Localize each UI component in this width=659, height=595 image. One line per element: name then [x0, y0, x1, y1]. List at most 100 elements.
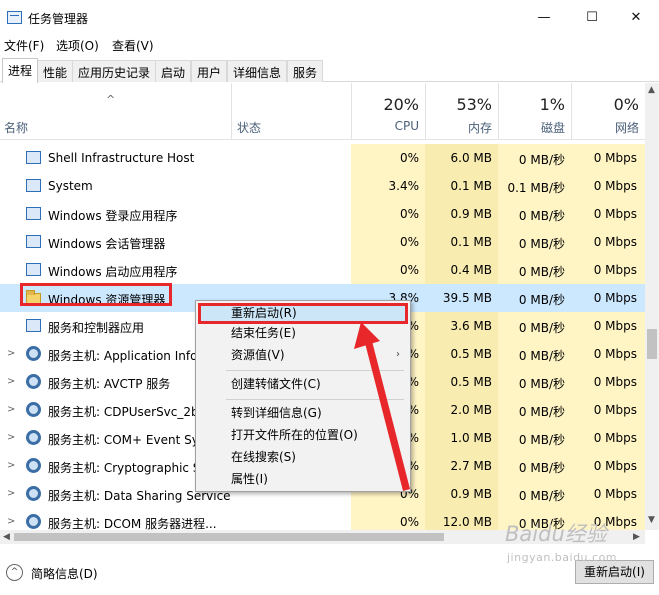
- scroll-down-icon[interactable]: ▼: [648, 515, 655, 525]
- column-cpu[interactable]: 20% CPU: [351, 83, 425, 140]
- vertical-scrollbar[interactable]: ▲ ▼: [645, 83, 659, 530]
- maximize-button[interactable]: ☐: [569, 0, 615, 34]
- menu-file[interactable]: 文件(F): [4, 37, 44, 54]
- scroll-up-icon[interactable]: ▲: [648, 85, 655, 95]
- task-manager-icon: [7, 11, 22, 24]
- column-network[interactable]: 0% 网络: [571, 83, 645, 140]
- tab-processes[interactable]: 进程: [2, 58, 39, 83]
- ctx-create-dump[interactable]: 创建转储文件(C): [198, 374, 408, 395]
- expand-icon[interactable]: >: [7, 516, 15, 527]
- process-name: System: [48, 179, 93, 193]
- process-cpu: 0%: [399, 235, 419, 249]
- process-disk: 0 MB/秒: [518, 209, 565, 223]
- process-network: 0 Mbps: [593, 403, 637, 417]
- process-network: 0 Mbps: [593, 263, 637, 277]
- window-icon: [26, 179, 41, 192]
- expand-icon[interactable]: >: [7, 404, 15, 415]
- ctx-restart[interactable]: 重新启动(R): [198, 303, 408, 324]
- memory-total: 53%: [456, 95, 492, 114]
- process-row[interactable]: System 3.4% 0.1 MB 0.1 MB/秒 0 Mbps: [0, 172, 645, 200]
- column-disk[interactable]: 1% 磁盘: [498, 83, 571, 140]
- ctx-go-to-details[interactable]: 转到详细信息(G): [198, 403, 408, 424]
- process-memory: 12.0 MB: [442, 515, 492, 529]
- collapse-icon[interactable]: ^: [6, 564, 23, 581]
- process-row[interactable]: Windows 登录应用程序 0% 0.9 MB 0 MB/秒 0 Mbps: [0, 200, 645, 228]
- process-name: 服务和控制器应用: [48, 321, 145, 335]
- disk-total: 1%: [539, 95, 565, 114]
- process-disk: 0 MB/秒: [518, 321, 565, 335]
- process-disk: 0 MB/秒: [518, 489, 565, 503]
- ctx-open-file-location-label: 打开文件所在的位置(O): [231, 428, 358, 442]
- ctx-resource-values[interactable]: 资源值(V) ›: [198, 345, 408, 366]
- fewer-details-link[interactable]: 简略信息(D): [31, 565, 98, 582]
- tab-services[interactable]: 服务: [287, 60, 324, 82]
- window-icon: [26, 235, 41, 248]
- gear-icon: [26, 486, 41, 501]
- tab-details[interactable]: 详细信息: [227, 60, 288, 82]
- scroll-right-icon[interactable]: ▶: [633, 532, 640, 542]
- process-name: Windows 启动应用程序: [48, 265, 178, 279]
- vertical-scroll-thumb[interactable]: [647, 329, 657, 359]
- process-row[interactable]: Windows 启动应用程序 0% 0.4 MB 0 MB/秒 0 Mbps: [0, 256, 645, 284]
- ctx-restart-label: 重新启动(R): [231, 306, 297, 320]
- window-icon: [26, 319, 41, 332]
- window-title: 任务管理器: [28, 12, 89, 26]
- process-disk: 0.1 MB/秒: [507, 181, 565, 195]
- ctx-search-online[interactable]: 在线搜索(S): [198, 447, 408, 468]
- gear-icon: [26, 374, 41, 389]
- process-network: 0 Mbps: [593, 235, 637, 249]
- tab-users[interactable]: 用户: [191, 60, 228, 82]
- process-memory: 39.5 MB: [442, 291, 492, 305]
- expand-icon[interactable]: >: [7, 432, 15, 443]
- process-cpu: 0%: [399, 263, 419, 277]
- process-memory: 1.0 MB: [450, 431, 492, 445]
- minimize-button[interactable]: —: [521, 0, 567, 34]
- process-network: 0 Mbps: [593, 347, 637, 361]
- process-name: Windows 登录应用程序: [48, 209, 178, 223]
- disk-label: 磁盘: [540, 121, 565, 135]
- ctx-properties[interactable]: 属性(I): [198, 469, 408, 490]
- process-memory: 6.0 MB: [450, 151, 492, 165]
- column-memory[interactable]: 53% 内存: [425, 83, 498, 140]
- column-header: ^ 名称 状态 20% CPU 53% 内存 1% 磁盘 0% 网络: [0, 83, 645, 140]
- annotation-highlight-box: [20, 283, 172, 306]
- context-menu: 重新启动(R) 结束任务(E) 资源值(V) › 创建转储文件(C) 转到详细信息…: [195, 300, 411, 492]
- tab-startup[interactable]: 启动: [155, 60, 192, 82]
- tab-performance[interactable]: 性能: [37, 60, 74, 82]
- process-name: Windows 会话管理器: [48, 237, 166, 251]
- process-network: 0 Mbps: [593, 291, 637, 305]
- expand-icon[interactable]: >: [7, 488, 15, 499]
- submenu-arrow-icon: ›: [396, 349, 400, 360]
- process-disk: 0 MB/秒: [518, 433, 565, 447]
- expand-icon[interactable]: >: [7, 348, 15, 359]
- ctx-open-file-location[interactable]: 打开文件所在的位置(O): [198, 425, 408, 446]
- process-row[interactable]: Windows 会话管理器 0% 0.1 MB 0 MB/秒 0 Mbps: [0, 228, 645, 256]
- process-network: 0 Mbps: [593, 459, 637, 473]
- process-network: 0 Mbps: [593, 179, 637, 193]
- title-bar: 任务管理器 — ☐ ✕: [0, 0, 659, 34]
- process-memory: 2.7 MB: [450, 459, 492, 473]
- process-disk: 0 MB/秒: [518, 349, 565, 363]
- scroll-left-icon[interactable]: ◀: [3, 532, 10, 542]
- process-memory: 0.1 MB: [450, 235, 492, 249]
- process-disk: 0 MB/秒: [518, 405, 565, 419]
- expand-icon[interactable]: >: [7, 376, 15, 387]
- gear-icon: [26, 514, 41, 529]
- menu-options[interactable]: 选项(O): [56, 37, 99, 54]
- process-memory: 0.4 MB: [450, 263, 492, 277]
- column-name[interactable]: 名称: [4, 119, 28, 136]
- process-disk: 0 MB/秒: [518, 265, 565, 279]
- ctx-end-task[interactable]: 结束任务(E): [198, 323, 408, 344]
- ctx-end-task-label: 结束任务(E): [231, 326, 296, 340]
- tab-app-history[interactable]: 应用历史记录: [72, 60, 157, 82]
- process-name: Shell Infrastructure Host: [48, 151, 195, 165]
- ctx-resource-values-label: 资源值(V): [231, 348, 285, 362]
- expand-icon[interactable]: >: [7, 460, 15, 471]
- close-button[interactable]: ✕: [613, 0, 659, 34]
- process-cpu: 0%: [399, 207, 419, 221]
- menu-bar: 文件(F) 选项(O) 查看(V): [0, 34, 659, 56]
- watermark-text: Baidu经验: [505, 522, 607, 546]
- process-row[interactable]: Shell Infrastructure Host 0% 6.0 MB 0 MB/秒 0…: [0, 144, 645, 172]
- menu-view[interactable]: 查看(V): [112, 37, 154, 54]
- horizontal-scroll-thumb[interactable]: [14, 533, 444, 541]
